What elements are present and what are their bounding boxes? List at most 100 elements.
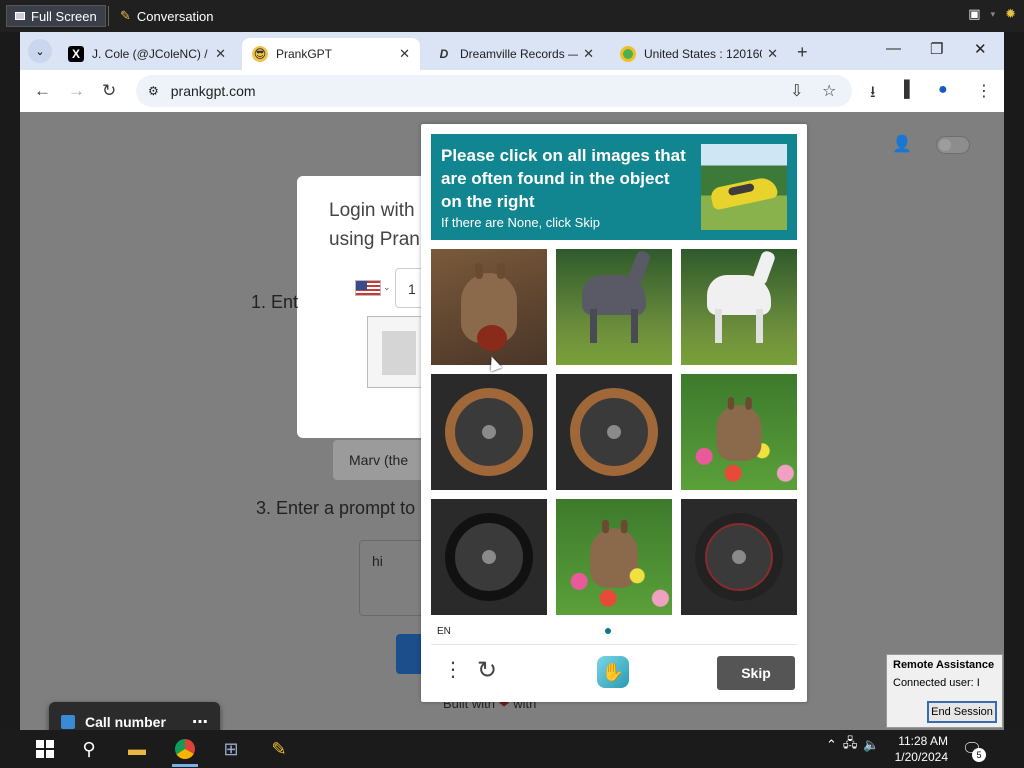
captcha-image-grid (431, 249, 797, 615)
remote-assistance-title: Remote Assistance (893, 659, 995, 671)
chrome-icon[interactable] (172, 737, 198, 761)
menu-kebab-icon[interactable]: ⋮ (976, 81, 992, 101)
more-options-icon[interactable]: ⋯ (192, 712, 208, 732)
browser-window: ⌄ X J. Cole (@JColeNC) / X ✕ 😎 PrankGPT … (20, 32, 1004, 730)
site-info-icon[interactable]: ⚙ (148, 84, 159, 98)
remote-session-bar: Full Screen ✎ Conversation ▣ ▾ ✹ (0, 0, 1024, 32)
full-screen-label: Full Screen (31, 8, 97, 24)
taskbar: ⚲ ▬ ⊞ ✎ ⌃ 🖧 🔈 11:28 AM 1/20/2024 🗨 5 (0, 730, 1024, 768)
captcha-header: Please click on all images that are ofte… (431, 134, 797, 240)
captcha-tile-4[interactable] (431, 374, 547, 490)
conversation-button[interactable]: ✎ Conversation (112, 5, 222, 27)
phone-prefix: 1 (408, 281, 416, 297)
user-icon[interactable]: 👤 (892, 134, 912, 154)
captcha-tile-5[interactable] (556, 374, 672, 490)
dreamville-icon: D (439, 47, 449, 61)
close-icon[interactable]: ✕ (215, 46, 226, 62)
back-arrow-icon[interactable]: ← (34, 81, 51, 101)
tab-title: J. Cole (@JColeNC) / X (92, 47, 210, 61)
x-logo-icon: X (68, 46, 84, 62)
close-icon[interactable]: ✕ (767, 46, 778, 62)
flowers-image (556, 559, 672, 615)
language-selector[interactable]: EN (437, 626, 451, 637)
captcha-prompt: Please click on all images that are ofte… (441, 146, 686, 211)
chevron-down-icon[interactable]: ⌄ (383, 282, 391, 293)
side-panel-icon[interactable]: ▌ (904, 81, 915, 99)
tab-title: Dreamville Records — (460, 47, 578, 61)
squirrel-image (716, 397, 762, 461)
bookmark-star-icon[interactable]: ☆ (822, 81, 836, 101)
captcha-tile-1[interactable] (431, 249, 547, 365)
close-icon[interactable]: ✕ (399, 46, 410, 62)
download-icon[interactable]: ⭳ (870, 81, 876, 108)
yellow-car-image (709, 175, 779, 211)
tab-strip: ⌄ X J. Cole (@JColeNC) / X ✕ 😎 PrankGPT … (20, 32, 1004, 70)
network-icon[interactable]: 🖧 (843, 734, 858, 756)
conversation-label: Conversation (136, 8, 214, 24)
close-icon[interactable]: ✕ (583, 46, 594, 62)
profile-avatar-icon[interactable]: ● (938, 81, 948, 99)
chevron-down-icon[interactable]: ▾ (991, 9, 996, 20)
call-number-label: Call number (85, 714, 166, 730)
forward-arrow-icon[interactable]: → (68, 81, 85, 101)
horse-image (707, 275, 771, 343)
speaker-muted-icon[interactable]: 🔈 (863, 737, 879, 753)
remote-desktop-icon[interactable]: ⊞ (218, 737, 244, 761)
nut-image (477, 325, 507, 351)
tab-title: United States : 120160 (644, 47, 762, 61)
step-3-label: 3. Enter a prompt to (256, 498, 416, 518)
monitor-icon (15, 12, 25, 20)
captcha-challenge: Please click on all images that are ofte… (421, 124, 807, 702)
restore-icon[interactable]: ❐ (930, 40, 943, 58)
tab-united-states[interactable]: United States : 120160 ✕ (610, 38, 788, 70)
skip-button[interactable]: Skip (717, 656, 795, 690)
clock-time: 11:28 AM (898, 734, 948, 748)
steering-wheel-image (695, 513, 783, 601)
globe-icon (620, 46, 636, 62)
reload-icon[interactable]: ↻ (102, 81, 116, 101)
desktop-margin-left (0, 32, 20, 730)
tab-dreamville[interactable]: D Dreamville Records — ✕ (426, 38, 604, 70)
conversation-app-icon[interactable]: ✎ (266, 737, 292, 761)
full-screen-button[interactable]: Full Screen (6, 5, 106, 27)
chevron-up-icon[interactable]: ⌃ (826, 737, 837, 753)
horse-legs (715, 309, 763, 343)
theme-toggle[interactable] (936, 136, 970, 154)
new-tab-plus-icon[interactable]: + (797, 42, 808, 63)
windows-icon[interactable]: ▣ (968, 6, 980, 22)
tab-prankgpt[interactable]: 😎 PrankGPT ✕ (242, 38, 420, 70)
install-app-icon[interactable]: ⇩ (790, 81, 803, 101)
windows-start-icon[interactable] (32, 737, 58, 761)
system-tray: ⌃ 🖧 🔈 (826, 734, 880, 756)
file-explorer-icon[interactable]: ▬ (124, 737, 150, 761)
settings-gear-icon[interactable]: ✹ (1005, 6, 1016, 22)
horse-legs (590, 309, 638, 343)
clock[interactable]: 11:28 AM 1/20/2024 (890, 733, 948, 765)
window-close-icon[interactable]: ✕ (974, 40, 987, 58)
address-bar[interactable]: ⚙ prankgpt.com (136, 75, 852, 107)
steering-wheel-image (445, 513, 533, 601)
refresh-icon[interactable]: ↻ (477, 656, 497, 685)
divider (431, 644, 797, 645)
captcha-tile-8[interactable] (556, 499, 672, 615)
menu-dots-icon[interactable]: ⋮ (443, 660, 463, 680)
tab-search-dropdown-icon[interactable]: ⌄ (28, 39, 52, 63)
connected-user-label: Connected user: I (893, 677, 980, 689)
steering-wheel-image (570, 388, 658, 476)
captcha-tile-2[interactable] (556, 249, 672, 365)
chat-icon: ✎ (120, 8, 131, 23)
end-session-button[interactable]: End Session (927, 701, 997, 723)
remote-assistance-panel: Remote Assistance Connected user: I End … (886, 654, 1003, 728)
separator (108, 6, 109, 26)
captcha-tile-6[interactable] (681, 374, 797, 490)
active-app-indicator (172, 764, 198, 767)
search-icon[interactable]: ⚲ (76, 737, 102, 761)
captcha-tile-3[interactable] (681, 249, 797, 365)
captcha-tile-9[interactable] (681, 499, 797, 615)
minimize-icon[interactable]: — (886, 40, 901, 57)
page-content: 👤 Login with using Pran ⌄ 1 1. Ent Marv … (20, 112, 1004, 730)
us-flag-icon[interactable] (355, 280, 381, 296)
tab-jcole[interactable]: X J. Cole (@JColeNC) / X ✕ (58, 38, 236, 70)
clock-date: 1/20/2024 (894, 750, 948, 764)
captcha-tile-7[interactable] (431, 499, 547, 615)
